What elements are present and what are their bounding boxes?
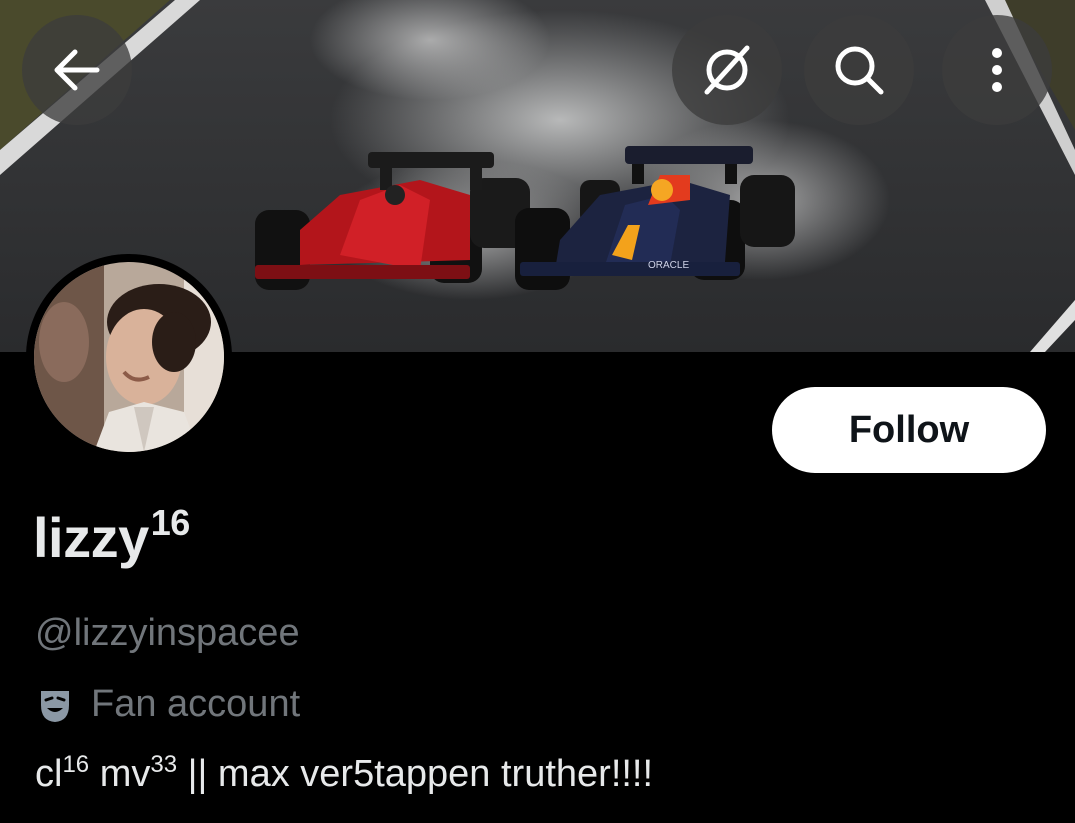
bio-part3: || max ver5tappen truther!!!! — [177, 753, 654, 795]
bio-part2: mv — [89, 753, 151, 795]
search-icon — [835, 46, 884, 95]
theater-mask-icon — [41, 690, 69, 722]
arrow-left-icon — [54, 49, 100, 91]
bio-sup1: 16 — [62, 751, 90, 778]
display-name-text: lizzy — [33, 506, 149, 569]
follow-button[interactable]: Follow — [772, 387, 1046, 473]
category-label: Fan account — [91, 683, 301, 725]
back-button[interactable] — [22, 15, 132, 125]
display-name-superscript: 16 — [150, 502, 191, 543]
grok-icon — [704, 45, 750, 95]
account-category: Fan account — [35, 683, 300, 726]
grok-button[interactable] — [672, 15, 782, 125]
bio: cl16 mv33 || max ver5tappen truther!!!! — [35, 751, 654, 796]
bio-sup2: 33 — [150, 751, 178, 778]
avatar[interactable] — [26, 254, 232, 460]
avatar-image — [34, 262, 224, 452]
search-button[interactable] — [804, 15, 914, 125]
handle: @lizzyinspacee — [35, 612, 300, 654]
more-vertical-icon — [992, 48, 1002, 92]
bio-part1: cl — [35, 753, 63, 795]
svg-text:ORACLE: ORACLE — [648, 260, 689, 271]
more-button[interactable] — [942, 15, 1052, 125]
display-name: lizzy16 — [33, 502, 191, 570]
